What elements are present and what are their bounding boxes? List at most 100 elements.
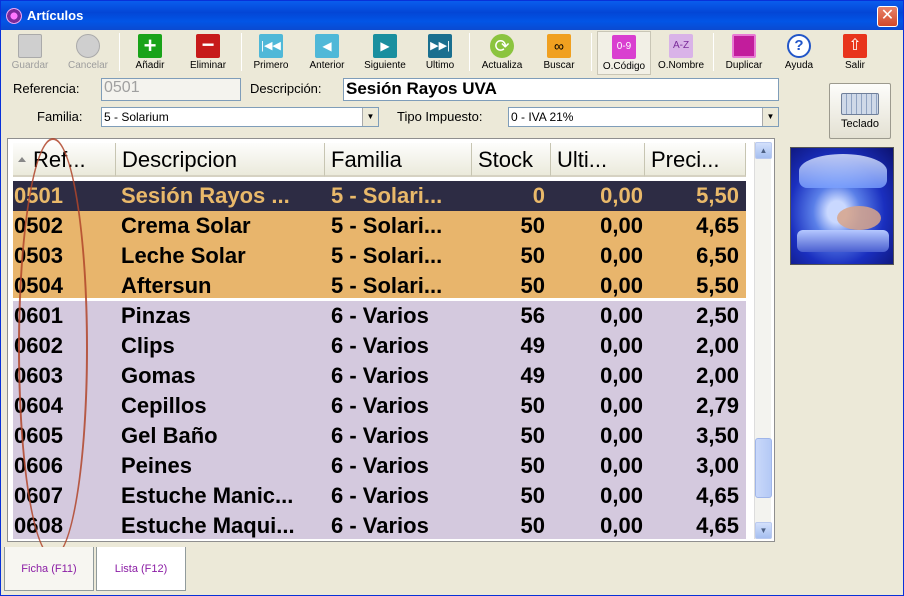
cell-descripcion: Leche Solar (121, 243, 246, 268)
column-header-ultimo[interactable]: Ulti... (551, 143, 645, 177)
table-row[interactable]: 0603 Gomas 6 - Varios 49 0,00 2,00 (13, 361, 746, 391)
table-row[interactable]: 0604 Cepillos 6 - Varios 50 0,00 2,79 (13, 391, 746, 421)
cell-familia: 6 - Varios (331, 483, 429, 508)
cell-ultimo: 0,00 (600, 423, 643, 448)
referencia-field[interactable]: 0501 (101, 78, 241, 101)
cell-descripcion: Estuche Manic... (121, 483, 294, 508)
sort-arrow-icon (18, 157, 26, 162)
scroll-thumb[interactable] (755, 438, 772, 498)
close-button[interactable]: ✕ (877, 6, 898, 27)
cell-precio: 2,00 (696, 363, 739, 388)
tab-lista[interactable]: Lista (F12) (96, 547, 186, 591)
scroll-down-icon[interactable]: ▼ (755, 522, 772, 539)
table-row[interactable]: 0605 Gel Baño 6 - Varios 50 0,00 3,50 (13, 421, 746, 451)
table-row[interactable]: 0607 Estuche Manic... 6 - Varios 50 0,00 4,65 (13, 481, 746, 511)
first-record-icon: |◀◀ (259, 34, 283, 58)
cell-descripcion: Peines (121, 453, 192, 478)
cell-familia: 6 - Varios (331, 423, 429, 448)
referencia-label: Referencia: (13, 81, 80, 96)
table-row[interactable]: 0606 Peines 6 - Varios 50 0,00 3,00 (13, 451, 746, 481)
window-title: Artículos (27, 8, 84, 23)
anterior-button[interactable]: ◀ Anterior (301, 31, 353, 75)
last-record-icon: ▶▶| (428, 34, 452, 58)
cell-stock: 50 (520, 213, 545, 238)
guardar-button[interactable]: Guardar (5, 31, 55, 75)
duplicate-icon (732, 34, 756, 58)
column-header-descripcion[interactable]: Descripcion (116, 143, 325, 177)
cell-descripcion: Estuche Maqui... (121, 513, 295, 538)
previous-record-icon: ◀ (315, 34, 339, 58)
column-header-familia[interactable]: Familia (325, 143, 472, 177)
cell-precio: 2,50 (696, 303, 739, 328)
cell-descripcion: Gel Baño (121, 423, 218, 448)
descripcion-field[interactable]: Sesión Rayos UVA (343, 78, 779, 101)
ayuda-button[interactable]: ? Ayuda (773, 31, 825, 75)
exit-icon: ⇧ (843, 34, 867, 58)
primero-button[interactable]: |◀◀ Primero (245, 31, 297, 75)
duplicar-button[interactable]: Duplicar (717, 31, 771, 75)
scroll-up-icon[interactable]: ▲ (755, 142, 772, 159)
cell-stock: 50 (520, 513, 545, 538)
cell-ultimo: 0,00 (600, 303, 643, 328)
cell-stock: 50 (520, 423, 545, 448)
cell-familia: 6 - Varios (331, 363, 429, 388)
sort-name-icon: A-Z (669, 34, 693, 58)
column-header-stock[interactable]: Stock (472, 143, 551, 177)
cell-precio: 2,00 (696, 333, 739, 358)
tipo-impuesto-select[interactable]: 0 - IVA 21% ▼ (508, 107, 779, 127)
anadir-button[interactable]: + Añadir (125, 31, 175, 75)
chevron-down-icon[interactable]: ▼ (762, 108, 778, 126)
cell-descripcion: Aftersun (121, 273, 212, 298)
table-row[interactable]: 0601 Pinzas 6 - Varios 56 0,00 2,50 (13, 301, 746, 331)
articulos-grid: Ref... Descripcion Familia Stock Ulti...… (7, 138, 775, 542)
actualiza-button[interactable]: ⟳ Actualiza (475, 31, 529, 75)
buscar-button[interactable]: ∞ Buscar (533, 31, 585, 75)
cell-precio: 6,50 (696, 243, 739, 268)
ordenar-nombre-button[interactable]: A-Z O.Nombre (653, 31, 709, 75)
toolbar-separator (119, 33, 120, 71)
table-row[interactable]: 0504 Aftersun 5 - Solari... 50 0,00 5,50 (13, 271, 746, 301)
toolbar-separator (591, 33, 592, 71)
cell-familia: 6 - Varios (331, 303, 429, 328)
cell-descripcion: Crema Solar (121, 213, 251, 238)
table-row[interactable]: 0502 Crema Solar 5 - Solari... 50 0,00 4,65 (13, 211, 746, 241)
teclado-button[interactable]: Teclado (829, 83, 891, 139)
ordenar-codigo-button[interactable]: 0-9 O.Código (597, 31, 651, 75)
table-row[interactable]: 0503 Leche Solar 5 - Solari... 50 0,00 6,50 (13, 241, 746, 271)
salir-button[interactable]: ⇧ Salir (829, 31, 881, 75)
table-row[interactable]: 0608 Estuche Maqui... 6 - Varios 50 0,00 4,65 (13, 511, 746, 539)
cell-stock: 0 (532, 183, 545, 208)
cell-descripcion: Clips (121, 333, 175, 358)
save-icon (18, 34, 42, 58)
cell-ultimo: 0,00 (600, 243, 643, 268)
cell-stock: 50 (520, 273, 545, 298)
ultimo-button[interactable]: ▶▶| Ultimo (417, 31, 463, 75)
cell-precio: 4,65 (696, 513, 739, 538)
chevron-down-icon[interactable]: ▼ (362, 108, 378, 126)
tab-ficha[interactable]: Ficha (F11) (4, 547, 94, 591)
title-bar: Artículos ✕ (1, 1, 903, 30)
articulos-window: Artículos ✕ Guardar Cancelar + Añadir − … (0, 0, 904, 596)
eliminar-button[interactable]: − Eliminar (181, 31, 235, 75)
table-row[interactable]: 0501 Sesión Rayos ... 5 - Solari... 0 0,00 5,… (13, 181, 746, 211)
siguiente-button[interactable]: ▶ Siguiente (357, 31, 413, 75)
cell-ultimo: 0,00 (600, 333, 643, 358)
descripcion-label: Descripción: (250, 81, 322, 96)
keyboard-icon (841, 93, 879, 115)
familia-select[interactable]: 5 - Solarium ▼ (101, 107, 379, 127)
vertical-scrollbar[interactable]: ▲ ▼ (754, 142, 772, 539)
table-row[interactable]: 0602 Clips 6 - Varios 49 0,00 2,00 (13, 331, 746, 361)
column-header-precio[interactable]: Preci... (645, 143, 746, 177)
cancel-icon (76, 34, 100, 58)
annotation-ellipse (18, 138, 88, 558)
group-divider (13, 298, 746, 301)
minus-icon: − (196, 34, 220, 58)
cell-familia: 6 - Varios (331, 333, 429, 358)
cell-ultimo: 0,00 (600, 183, 643, 208)
cancelar-button[interactable]: Cancelar (63, 31, 113, 75)
cell-stock: 49 (520, 363, 545, 388)
toolbar-separator (713, 33, 714, 71)
cell-precio: 2,79 (696, 393, 739, 418)
cell-ultimo: 0,00 (600, 483, 643, 508)
next-record-icon: ▶ (373, 34, 397, 58)
